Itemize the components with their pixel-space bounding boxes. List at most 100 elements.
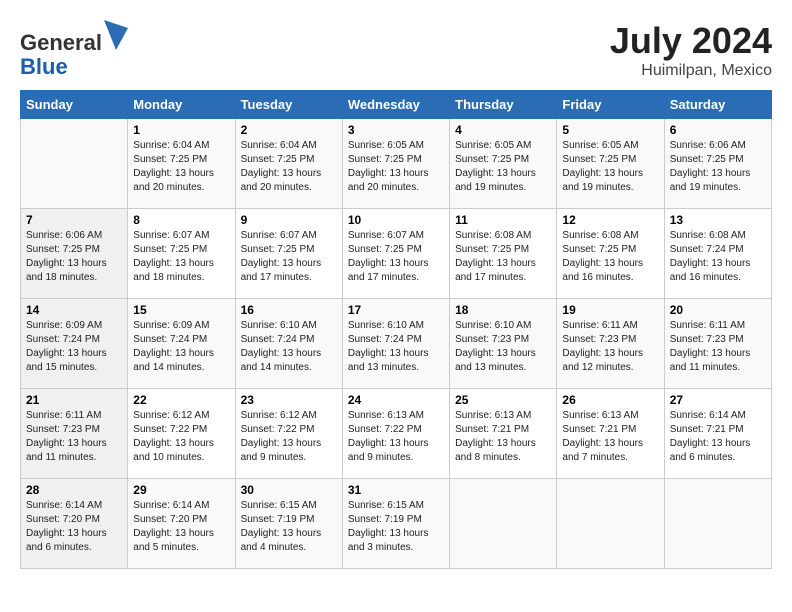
day-number: 9 [241, 213, 337, 227]
weekday-header-wednesday: Wednesday [342, 91, 449, 119]
calendar-cell: 16 Sunrise: 6:10 AMSunset: 7:24 PMDayligh… [235, 299, 342, 389]
day-number: 25 [455, 393, 551, 407]
day-number: 30 [241, 483, 337, 497]
month-title: July 2024 [610, 20, 772, 62]
logo-blue-text: Blue [20, 55, 128, 79]
day-info: Sunrise: 6:08 AMSunset: 7:24 PMDaylight:… [670, 229, 766, 285]
day-info: Sunrise: 6:15 AMSunset: 7:19 PMDaylight:… [241, 499, 337, 555]
day-number: 31 [348, 483, 444, 497]
day-info: Sunrise: 6:14 AMSunset: 7:20 PMDaylight:… [133, 499, 229, 555]
day-number: 29 [133, 483, 229, 497]
day-number: 18 [455, 303, 551, 317]
day-number: 5 [562, 123, 658, 137]
calendar-cell: 29 Sunrise: 6:14 AMSunset: 7:20 PMDayligh… [128, 479, 235, 569]
day-number: 15 [133, 303, 229, 317]
calendar-cell: 11Sunrise: 6:08 AMSunset: 7:25 PMDayligh… [450, 209, 557, 299]
day-info: Sunrise: 6:14 AMSunset: 7:21 PMDaylight:… [670, 409, 766, 465]
calendar-cell: 1Sunrise: 6:04 AMSunset: 7:25 PMDaylight… [128, 119, 235, 209]
calendar-cell: 26 Sunrise: 6:13 AMSunset: 7:21 PMDayligh… [557, 389, 664, 479]
day-number: 3 [348, 123, 444, 137]
day-info: Sunrise: 6:08 AMSunset: 7:25 PMDaylight:… [562, 229, 658, 285]
calendar-cell: 22Sunrise: 6:12 AMSunset: 7:22 PMDayligh… [128, 389, 235, 479]
weekday-header-monday: Monday [128, 91, 235, 119]
calendar-cell: 25Sunrise: 6:13 AMSunset: 7:21 PMDayligh… [450, 389, 557, 479]
day-info: Sunrise: 6:09 AMSunset: 7:24 PMDaylight:… [26, 319, 122, 375]
day-number: 14 [26, 303, 122, 317]
day-number: 13 [670, 213, 766, 227]
day-number: 12 [562, 213, 658, 227]
weekday-header-thursday: Thursday [450, 91, 557, 119]
day-number: 20 [670, 303, 766, 317]
calendar-cell: 23Sunrise: 6:12 AMSunset: 7:22 PMDayligh… [235, 389, 342, 479]
calendar-cell: 15Sunrise: 6:09 AMSunset: 7:24 PMDayligh… [128, 299, 235, 389]
day-info: Sunrise: 6:05 AMSunset: 7:25 PMDaylight:… [348, 139, 444, 195]
calendar-cell: 7 Sunrise: 6:06 AMSunset: 7:25 PMDaylight… [21, 209, 128, 299]
day-info: Sunrise: 6:05 AMSunset: 7:25 PMDaylight:… [455, 139, 551, 195]
title-block: July 2024 Huimilpan, Mexico [610, 20, 772, 80]
logo-text: General [20, 20, 128, 55]
calendar-cell: 5 Sunrise: 6:05 AMSunset: 7:25 PMDaylight… [557, 119, 664, 209]
calendar-cell [664, 479, 771, 569]
day-info: Sunrise: 6:06 AMSunset: 7:25 PMDaylight:… [26, 229, 122, 285]
calendar-cell: 9Sunrise: 6:07 AMSunset: 7:25 PMDaylight… [235, 209, 342, 299]
calendar-week-3: 14 Sunrise: 6:09 AMSunset: 7:24 PMDayligh… [21, 299, 772, 389]
day-number: 16 [241, 303, 337, 317]
calendar-week-1: 1Sunrise: 6:04 AMSunset: 7:25 PMDaylight… [21, 119, 772, 209]
calendar-cell: 3 Sunrise: 6:05 AMSunset: 7:25 PMDaylight… [342, 119, 449, 209]
calendar-cell: 4 Sunrise: 6:05 AMSunset: 7:25 PMDaylight… [450, 119, 557, 209]
calendar-week-2: 7 Sunrise: 6:06 AMSunset: 7:25 PMDaylight… [21, 209, 772, 299]
calendar-cell: 10 Sunrise: 6:07 AMSunset: 7:25 PMDayligh… [342, 209, 449, 299]
logo-bird-icon [104, 20, 128, 50]
day-info: Sunrise: 6:10 AMSunset: 7:24 PMDaylight:… [348, 319, 444, 375]
logo-blue: Blue [20, 54, 68, 79]
calendar-cell [557, 479, 664, 569]
calendar-cell [21, 119, 128, 209]
calendar-week-4: 21 Sunrise: 6:11 AMSunset: 7:23 PMDayligh… [21, 389, 772, 479]
page-header: General Blue July 2024 Huimilpan, Mexico [20, 20, 772, 80]
calendar-cell: 20Sunrise: 6:11 AMSunset: 7:23 PMDayligh… [664, 299, 771, 389]
weekday-row: SundayMondayTuesdayWednesdayThursdayFrid… [21, 91, 772, 119]
day-info: Sunrise: 6:13 AMSunset: 7:22 PMDaylight:… [348, 409, 444, 465]
day-number: 27 [670, 393, 766, 407]
day-info: Sunrise: 6:13 AMSunset: 7:21 PMDaylight:… [562, 409, 658, 465]
calendar-cell: 14 Sunrise: 6:09 AMSunset: 7:24 PMDayligh… [21, 299, 128, 389]
day-number: 28 [26, 483, 122, 497]
day-info: Sunrise: 6:11 AMSunset: 7:23 PMDaylight:… [26, 409, 122, 465]
day-number: 17 [348, 303, 444, 317]
day-info: Sunrise: 6:12 AMSunset: 7:22 PMDaylight:… [241, 409, 337, 465]
calendar-cell: 28Sunrise: 6:14 AMSunset: 7:20 PMDayligh… [21, 479, 128, 569]
calendar-header: SundayMondayTuesdayWednesdayThursdayFrid… [21, 91, 772, 119]
day-info: Sunrise: 6:07 AMSunset: 7:25 PMDaylight:… [133, 229, 229, 285]
logo-general: General [20, 30, 102, 55]
day-info: Sunrise: 6:10 AMSunset: 7:24 PMDaylight:… [241, 319, 337, 375]
day-info: Sunrise: 6:15 AMSunset: 7:19 PMDaylight:… [348, 499, 444, 555]
logo: General Blue [20, 20, 128, 79]
calendar-cell: 21 Sunrise: 6:11 AMSunset: 7:23 PMDayligh… [21, 389, 128, 479]
calendar-cell: 31 Sunrise: 6:15 AMSunset: 7:19 PMDayligh… [342, 479, 449, 569]
weekday-header-saturday: Saturday [664, 91, 771, 119]
day-info: Sunrise: 6:06 AMSunset: 7:25 PMDaylight:… [670, 139, 766, 195]
calendar-cell [450, 479, 557, 569]
day-info: Sunrise: 6:05 AMSunset: 7:25 PMDaylight:… [562, 139, 658, 195]
day-number: 7 [26, 213, 122, 227]
calendar-table: SundayMondayTuesdayWednesdayThursdayFrid… [20, 90, 772, 569]
weekday-header-sunday: Sunday [21, 91, 128, 119]
day-number: 4 [455, 123, 551, 137]
day-number: 6 [670, 123, 766, 137]
day-info: Sunrise: 6:10 AMSunset: 7:23 PMDaylight:… [455, 319, 551, 375]
day-info: Sunrise: 6:07 AMSunset: 7:25 PMDaylight:… [348, 229, 444, 285]
calendar-cell: 30 Sunrise: 6:15 AMSunset: 7:19 PMDayligh… [235, 479, 342, 569]
weekday-header-tuesday: Tuesday [235, 91, 342, 119]
day-info: Sunrise: 6:04 AMSunset: 7:25 PMDaylight:… [241, 139, 337, 195]
calendar-cell: 18 Sunrise: 6:10 AMSunset: 7:23 PMDayligh… [450, 299, 557, 389]
day-number: 26 [562, 393, 658, 407]
calendar-cell: 13 Sunrise: 6:08 AMSunset: 7:24 PMDayligh… [664, 209, 771, 299]
day-number: 24 [348, 393, 444, 407]
calendar-cell: 27 Sunrise: 6:14 AMSunset: 7:21 PMDayligh… [664, 389, 771, 479]
day-number: 10 [348, 213, 444, 227]
day-number: 21 [26, 393, 122, 407]
day-info: Sunrise: 6:11 AMSunset: 7:23 PMDaylight:… [562, 319, 658, 375]
day-number: 8 [133, 213, 229, 227]
weekday-header-friday: Friday [557, 91, 664, 119]
calendar-cell: 24 Sunrise: 6:13 AMSunset: 7:22 PMDayligh… [342, 389, 449, 479]
